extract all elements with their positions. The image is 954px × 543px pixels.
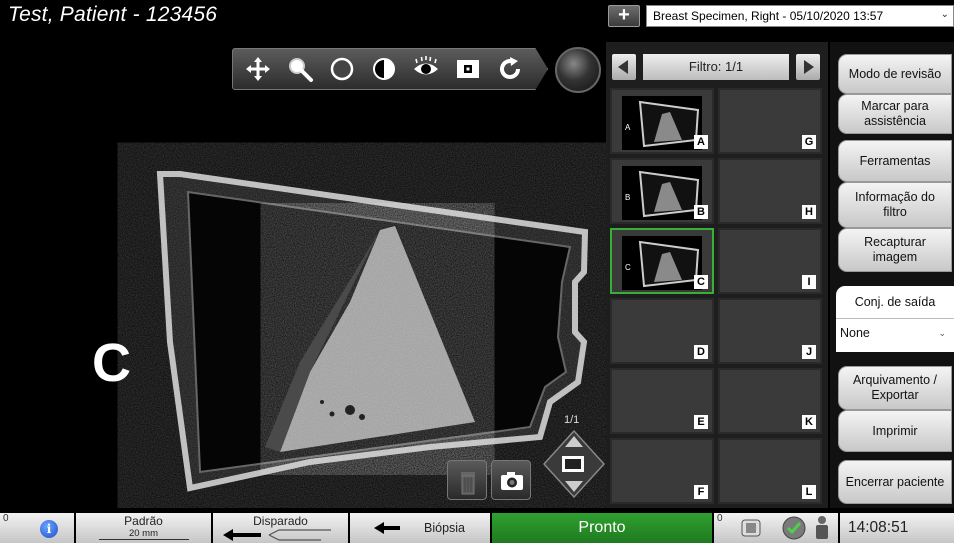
thumbnail-image: A <box>622 96 702 150</box>
svg-text:A: A <box>625 123 631 132</box>
mark-assist-button[interactable]: Marcar para assistência <box>838 94 952 134</box>
view-letter-label: C <box>92 333 131 393</box>
capture-button[interactable] <box>491 460 531 500</box>
thumbnail-f[interactable]: F <box>610 438 714 504</box>
filter-prev-button[interactable] <box>612 54 636 80</box>
biopsy-label: Biópsia <box>424 521 465 535</box>
exposure-label: Disparado <box>253 514 308 528</box>
check-icon[interactable] <box>782 516 806 540</box>
thumbnail-e[interactable]: E <box>610 368 714 434</box>
svg-text:C: C <box>625 263 631 272</box>
invert-icon[interactable] <box>449 52 487 86</box>
system-status-icons[interactable]: 0 <box>714 513 838 543</box>
eye-icon[interactable] <box>407 52 445 86</box>
thumbnail-c[interactable]: CC <box>610 228 714 294</box>
thumbnail-b[interactable]: BB <box>610 158 714 224</box>
delete-image-button[interactable] <box>447 460 487 500</box>
thumbnail-letter: B <box>694 205 708 219</box>
paddle-label: Padrão <box>124 514 163 528</box>
thumbnail-g[interactable]: G <box>718 88 822 154</box>
thumbnail-letter: K <box>802 415 816 429</box>
tools-button[interactable]: Ferramentas <box>838 140 952 182</box>
exposure-status[interactable]: Disparado <box>213 513 348 543</box>
contrast-icon[interactable] <box>365 52 403 86</box>
thumbnail-a[interactable]: AA <box>610 88 714 154</box>
trash-icon <box>461 472 475 495</box>
print-button[interactable]: Imprimir <box>838 410 952 452</box>
thumbnail-letter: I <box>802 275 816 289</box>
title-bar: Test, Patient - 123456 + Breast Specimen… <box>0 0 954 30</box>
thumbnail-letter: E <box>694 415 708 429</box>
image-toolbar <box>232 48 548 90</box>
svg-text:B: B <box>625 193 630 202</box>
thumbnail-d[interactable]: D <box>610 298 714 364</box>
thumbnail-letter: A <box>694 135 708 149</box>
biopsy-icon <box>374 522 400 534</box>
chevron-down-icon: ⌄ <box>938 328 946 338</box>
thumbnail-h[interactable]: H <box>718 158 822 224</box>
thumbnail-j[interactable]: J <box>718 298 822 364</box>
thumbnail-l[interactable]: L <box>718 438 822 504</box>
study-selector[interactable]: Breast Specimen, Right - 05/10/2020 13:5… <box>646 5 954 27</box>
output-set-label: Conj. de saída <box>836 286 954 318</box>
page-count: 1/1 <box>564 414 580 426</box>
output-set-value: None <box>840 326 870 340</box>
info-section[interactable]: 0 i <box>0 513 74 543</box>
filter-info-button[interactable]: Informação do filtro <box>838 182 952 228</box>
user-lock-icon[interactable] <box>810 514 834 542</box>
reset-icon[interactable] <box>491 52 529 86</box>
paddle-status[interactable]: Padrão 20 mm <box>76 513 211 543</box>
queue-count: 0 <box>717 513 723 524</box>
paddle-value: 20 mm <box>98 528 189 540</box>
study-selector-value: Breast Specimen, Right - 05/10/2020 13:5… <box>653 9 884 23</box>
output-set-select[interactable]: None ⌄ <box>836 318 954 352</box>
chevron-down-icon: ⌄ <box>940 9 949 20</box>
camera-icon <box>501 472 523 490</box>
arrow-left-icon <box>223 529 331 541</box>
magnifier-circle-icon[interactable] <box>323 52 361 86</box>
thumbnail-i[interactable]: I <box>718 228 822 294</box>
recapture-button[interactable]: Recapturar imagem <box>838 228 952 272</box>
window-level-sphere[interactable] <box>555 47 601 93</box>
thumbnail-k[interactable]: K <box>718 368 822 434</box>
close-patient-button[interactable]: Encerrar paciente <box>838 460 952 504</box>
biopsy-status[interactable]: Biópsia <box>350 513 490 543</box>
specimen-image <box>156 171 589 492</box>
review-mode-button[interactable]: Modo de revisão <box>838 54 952 94</box>
alert-count: 0 <box>3 513 9 524</box>
filter-label: Filtro: 1/1 <box>643 54 789 80</box>
zoom-icon[interactable] <box>281 52 319 86</box>
ready-status: Pronto <box>492 513 712 543</box>
thumbnail-letter: H <box>802 205 816 219</box>
archive-export-button[interactable]: Arquivamento / Exportar <box>838 366 952 410</box>
add-study-button[interactable]: + <box>608 5 640 27</box>
filter-next-button[interactable] <box>796 54 820 80</box>
thumbnail-letter: J <box>802 345 816 359</box>
tube-icon[interactable] <box>734 516 768 540</box>
thumbnail-letter: L <box>802 485 816 499</box>
thumbnail-letter: F <box>694 485 708 499</box>
clock: 14:08:51 <box>840 513 954 543</box>
thumbnail-letter: G <box>802 135 816 149</box>
thumbnail-letter: D <box>694 345 708 359</box>
info-icon[interactable]: i <box>40 520 58 538</box>
image-viewer[interactable]: C <box>10 42 606 508</box>
thumbnail-letter: C <box>694 275 708 289</box>
thumbnail-image: C <box>622 236 702 290</box>
pan-icon[interactable] <box>239 52 277 86</box>
thumbnail-image: B <box>622 166 702 220</box>
patient-title: Test, Patient - 123456 <box>8 3 218 26</box>
image-navigator[interactable] <box>543 430 605 498</box>
